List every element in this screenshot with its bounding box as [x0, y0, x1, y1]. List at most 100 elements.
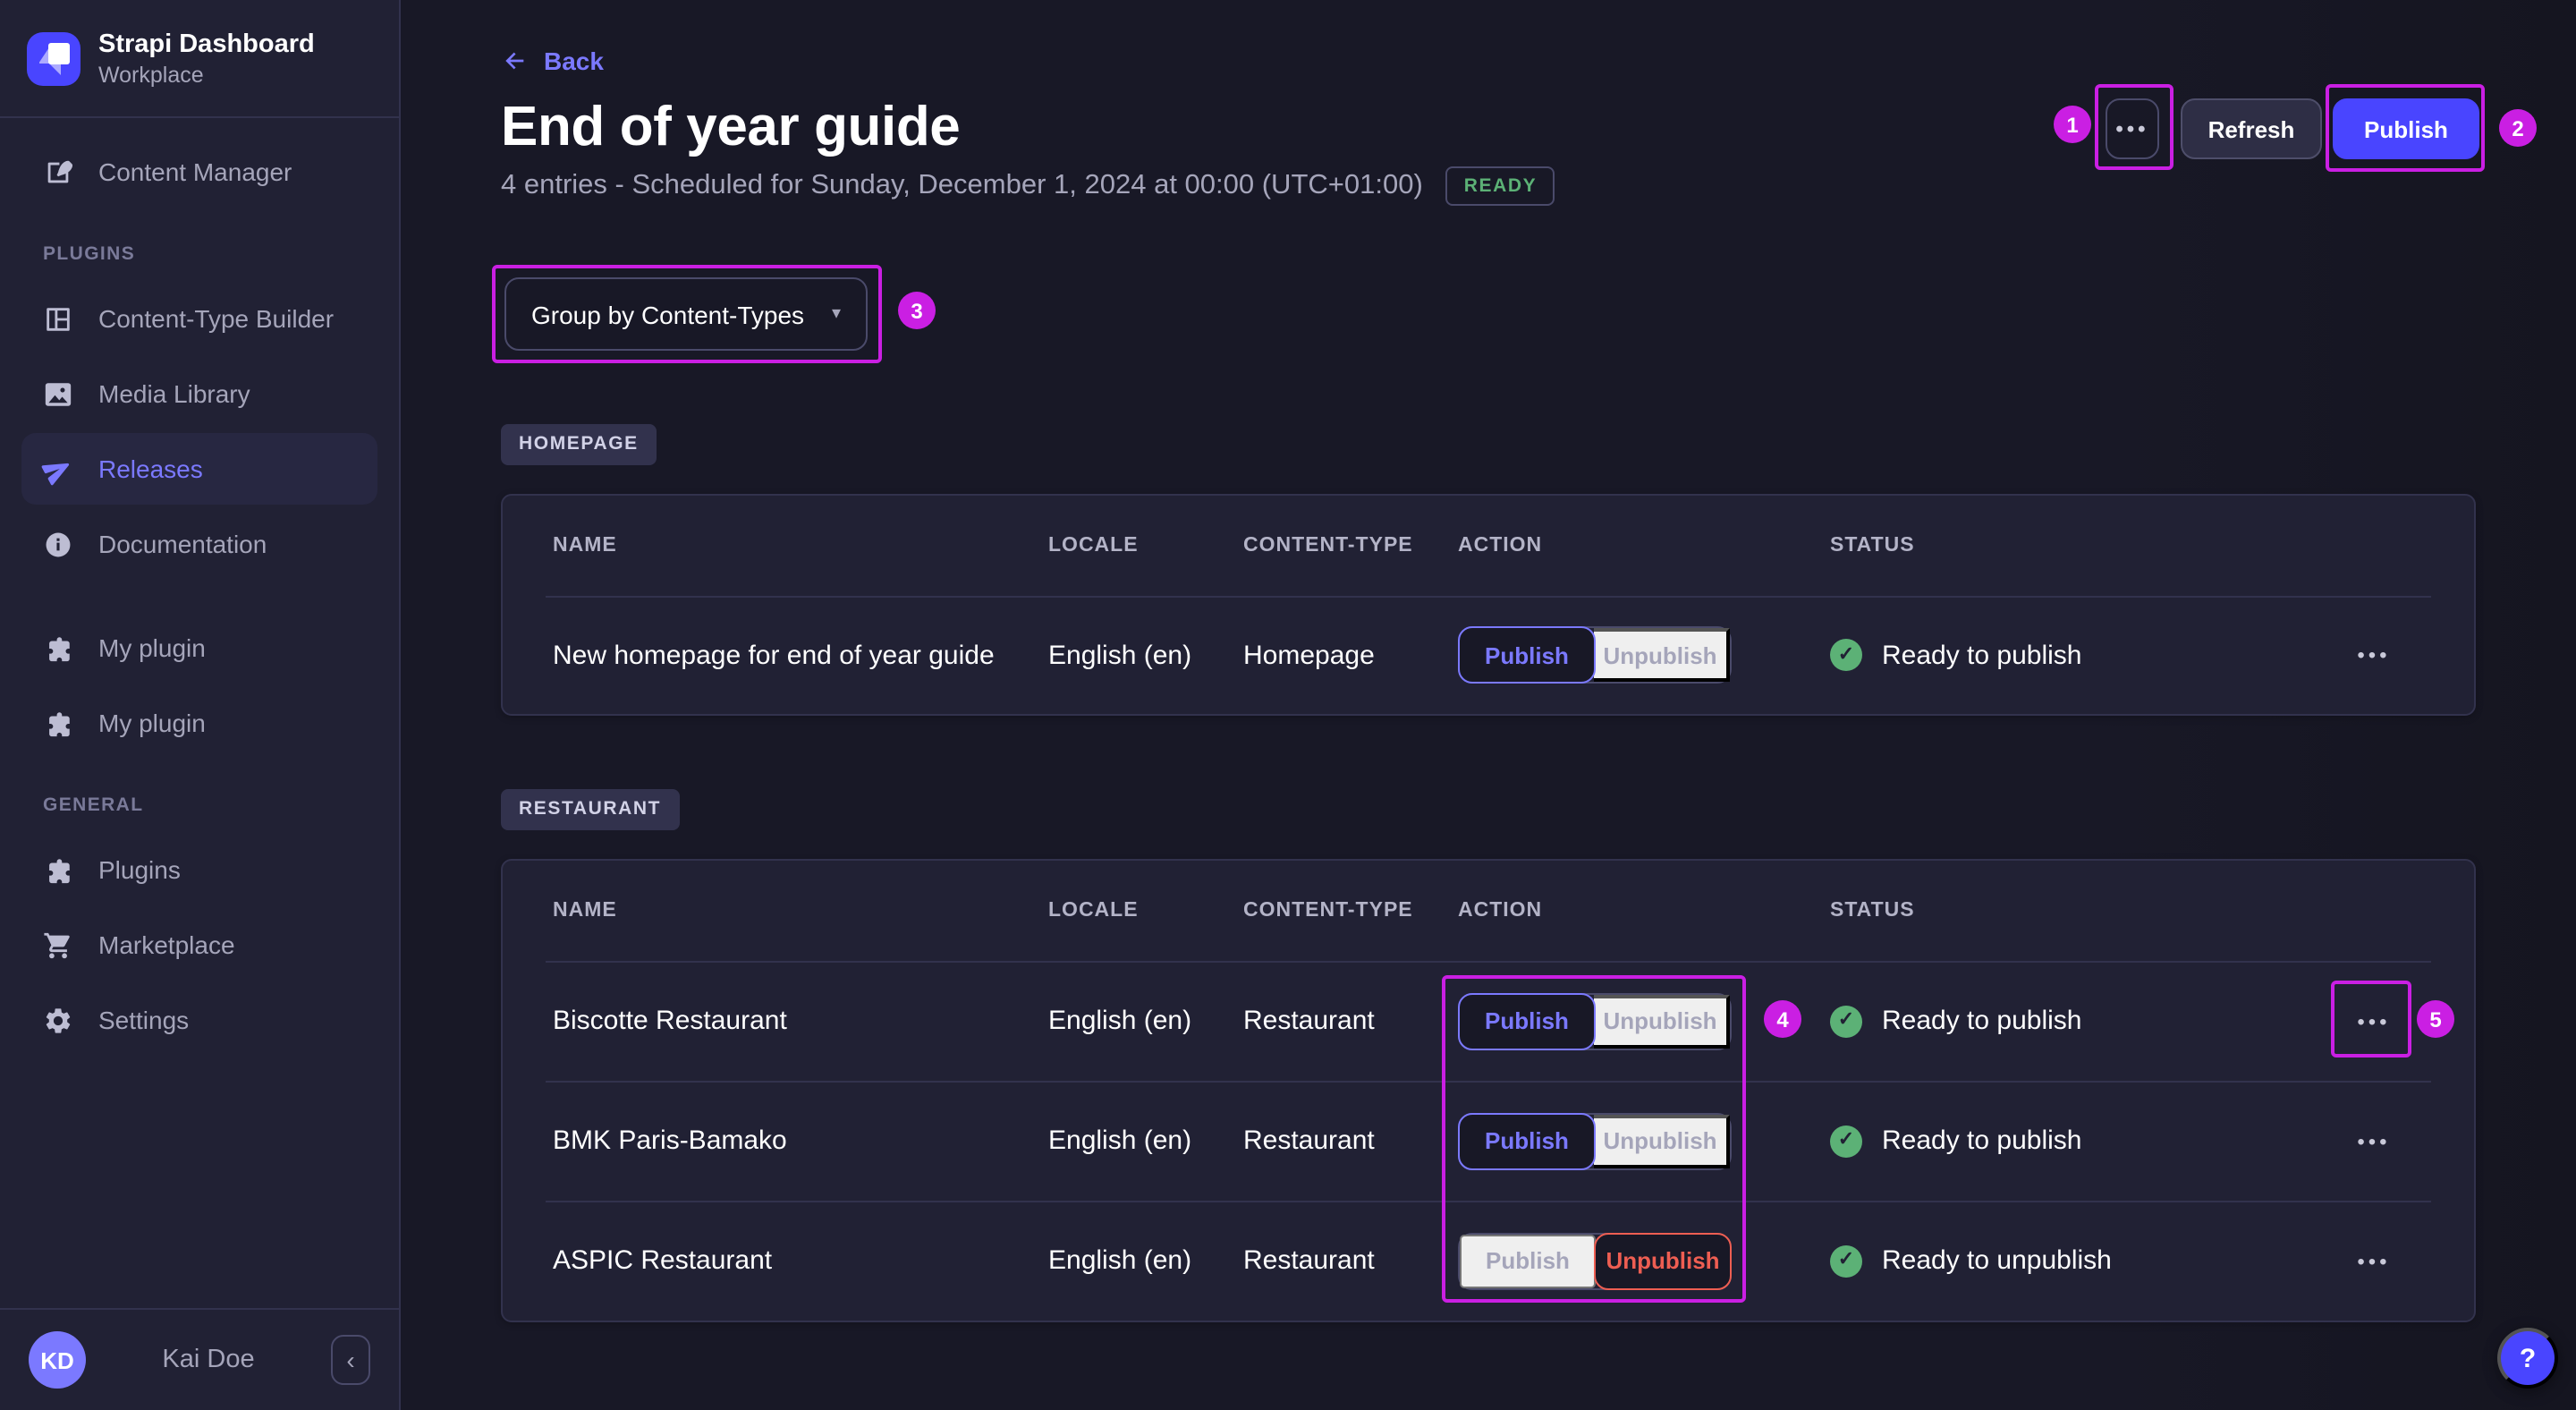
image-icon: [43, 378, 73, 409]
column-header-action: ACTION: [1458, 535, 1543, 556]
back-link[interactable]: Back: [501, 47, 604, 75]
table-row: Biscotte Restaurant English (en) Restaur…: [503, 961, 2474, 1081]
sidebar-item-settings[interactable]: Settings: [21, 984, 377, 1056]
row-actions-menu-button[interactable]: •••: [2345, 1232, 2402, 1289]
strapi-dashboard-screenshot: Strapi Dashboard Workplace Content Manag…: [0, 0, 2576, 1410]
chevron-down-icon: ▾: [831, 304, 841, 324]
entry-locale: English (en): [1048, 640, 1192, 670]
back-label: Back: [544, 47, 604, 75]
sidebar-item-marketplace[interactable]: Marketplace: [21, 909, 377, 981]
group-tag-homepage: HOMEPAGE: [501, 424, 657, 465]
row-actions-menu-button[interactable]: •••: [2345, 626, 2402, 684]
column-header-content-type: CONTENT-TYPE: [1243, 535, 1413, 556]
check-circle-icon: ✓: [1830, 1005, 1862, 1037]
workspace-header[interactable]: Strapi Dashboard Workplace: [0, 0, 399, 118]
entry-status-text: Ready to publish: [1882, 1125, 2082, 1156]
sidebar-item-content-manager[interactable]: Content Manager: [21, 136, 377, 208]
column-header-status: STATUS: [1830, 900, 1915, 922]
pencil-square-icon: [43, 157, 73, 187]
entry-name: BMK Paris-Bamako: [553, 1125, 787, 1156]
entry-publish-button[interactable]: Publish: [1458, 992, 1596, 1049]
strapi-logo-icon: [27, 31, 80, 85]
check-circle-icon: ✓: [1830, 1125, 1862, 1157]
workspace-name: Workplace: [98, 62, 204, 87]
table-row: ASPIC Restaurant English (en) Restaurant…: [503, 1201, 2474, 1321]
sidebar-item-label: Content Manager: [98, 157, 292, 186]
entry-status: ✓ Ready to publish: [1830, 639, 2338, 671]
entry-publish-button[interactable]: Publish: [1460, 1234, 1596, 1287]
column-header-content-type: CONTENT-TYPE: [1243, 900, 1413, 922]
table-header-row: NAME LOCALE CONTENT-TYPE ACTION STATUS: [503, 496, 2474, 596]
check-circle-icon: ✓: [1830, 1244, 1862, 1277]
page-title: End of year guide: [501, 95, 961, 157]
entry-status-text: Ready to publish: [1882, 640, 2082, 670]
shopping-cart-icon: [43, 930, 73, 960]
more-horizontal-icon: •••: [2357, 1008, 2391, 1033]
entry-locale: English (en): [1048, 1245, 1192, 1276]
puzzle-piece-icon: [43, 854, 73, 885]
sidebar-item-media-library[interactable]: Media Library: [21, 358, 377, 429]
entry-unpublish-button[interactable]: Unpublish: [1594, 1232, 1732, 1289]
group-by-value: Group by Content-Types: [531, 300, 805, 328]
table-row: BMK Paris-Bamako English (en) Restaurant…: [503, 1081, 2474, 1201]
release-more-actions-button[interactable]: •••: [2106, 98, 2159, 159]
refresh-button[interactable]: Refresh: [2181, 98, 2322, 159]
row-actions-menu-button[interactable]: •••: [2345, 1112, 2402, 1169]
entry-status: ✓ Ready to publish: [1830, 1005, 2338, 1037]
sidebar: Strapi Dashboard Workplace Content Manag…: [0, 0, 401, 1410]
sidebar-item-label: Content-Type Builder: [98, 304, 335, 333]
entry-action-toggle: Publish Unpublish: [1458, 1112, 1732, 1169]
paper-plane-icon: [41, 454, 73, 485]
column-header-name: NAME: [553, 535, 617, 556]
entry-status: ✓ Ready to publish: [1830, 1125, 2338, 1157]
column-header-locale: LOCALE: [1048, 535, 1139, 556]
entry-content-type: Restaurant: [1243, 1006, 1375, 1036]
entry-unpublish-button[interactable]: Unpublish: [1594, 628, 1730, 682]
entry-publish-button[interactable]: Publish: [1458, 1112, 1596, 1169]
gear-icon: [43, 1005, 73, 1035]
restaurant-entries-table: NAME LOCALE CONTENT-TYPE ACTION STATUS B…: [501, 859, 2476, 1322]
sidebar-section-general: GENERAL: [43, 794, 144, 816]
more-horizontal-icon: •••: [2357, 1248, 2391, 1273]
sidebar-item-label: Releases: [98, 454, 203, 483]
row-actions-menu-button[interactable]: •••: [2345, 992, 2402, 1049]
sidebar-item-documentation[interactable]: Documentation: [21, 508, 377, 580]
info-circle-icon: [43, 529, 73, 559]
entry-content-type: Restaurant: [1243, 1125, 1375, 1156]
entry-status-text: Ready to unpublish: [1882, 1245, 2112, 1276]
publish-release-button[interactable]: Publish: [2333, 98, 2479, 159]
sidebar-item-label: Marketplace: [98, 930, 235, 959]
layout-grid-icon: [43, 303, 73, 334]
column-header-status: STATUS: [1830, 535, 1915, 556]
puzzle-piece-icon: [43, 708, 73, 738]
column-header-locale: LOCALE: [1048, 900, 1139, 922]
help-button[interactable]: ?: [2497, 1328, 2558, 1389]
more-horizontal-icon: •••: [2115, 116, 2149, 141]
status-badge: READY: [1445, 166, 1555, 206]
more-horizontal-icon: •••: [2357, 1128, 2391, 1153]
sidebar-item-plugins[interactable]: Plugins: [21, 834, 377, 905]
entry-publish-button[interactable]: Publish: [1458, 626, 1596, 684]
column-header-action: ACTION: [1458, 900, 1543, 922]
sidebar-item-releases[interactable]: Releases: [21, 433, 377, 505]
entry-unpublish-button[interactable]: Unpublish: [1594, 994, 1730, 1048]
table-header-row: NAME LOCALE CONTENT-TYPE ACTION STATUS: [503, 861, 2474, 961]
group-tag-restaurant: RESTAURANT: [501, 789, 680, 830]
entry-unpublish-button[interactable]: Unpublish: [1594, 1114, 1730, 1168]
sidebar-item-my-plugin-1[interactable]: My plugin: [21, 612, 377, 684]
sidebar-collapse-button[interactable]: ‹: [331, 1335, 370, 1385]
sidebar-item-my-plugin-2[interactable]: My plugin: [21, 687, 377, 759]
entry-name: Biscotte Restaurant: [553, 1006, 787, 1036]
user-name: Kai Doe: [162, 1346, 255, 1374]
entry-status-text: Ready to publish: [1882, 1006, 2082, 1036]
sidebar-section-plugins: PLUGINS: [43, 243, 136, 265]
entry-name: New homepage for end of year guide: [553, 640, 995, 670]
arrow-left-icon: [505, 52, 524, 70]
entry-locale: English (en): [1048, 1006, 1192, 1036]
sidebar-item-content-type-builder[interactable]: Content-Type Builder: [21, 283, 377, 354]
sidebar-item-label: Plugins: [98, 855, 181, 884]
puzzle-piece-icon: [43, 633, 73, 663]
entry-action-toggle: Publish Unpublish: [1458, 992, 1732, 1049]
entry-action-toggle: Publish Unpublish: [1458, 1232, 1732, 1289]
group-by-select[interactable]: Group by Content-Types ▾: [504, 277, 868, 351]
